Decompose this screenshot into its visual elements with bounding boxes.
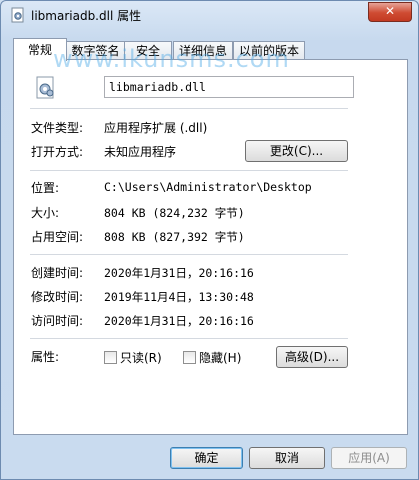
file-type-value: 应用程序扩展 (.dll) bbox=[104, 121, 208, 135]
divider bbox=[30, 254, 348, 255]
disk-size-label: 占用空间: bbox=[31, 230, 84, 244]
file-name-input[interactable]: libmariadb.dll bbox=[104, 76, 354, 98]
change-button[interactable]: 更改(C)... bbox=[245, 140, 348, 162]
accessed-value: 2020年1月31日，20:16:16 bbox=[104, 314, 254, 328]
accessed-label: 访问时间: bbox=[31, 314, 84, 328]
readonly-label[interactable]: 只读(R) bbox=[120, 349, 162, 366]
size-value: 804 KB (824,232 字节) bbox=[104, 206, 245, 220]
modified-value: 2019年11月4日，13:30:48 bbox=[104, 290, 254, 304]
hidden-checkbox[interactable] bbox=[183, 351, 196, 364]
general-panel: libmariadb.dll 文件类型: 应用程序扩展 (.dll) 打开方式:… bbox=[13, 59, 408, 435]
cancel-button[interactable]: 取消 bbox=[249, 447, 325, 469]
apply-button[interactable]: 应用(A) bbox=[331, 447, 407, 469]
divider bbox=[30, 170, 348, 171]
title-bar[interactable]: libmariadb.dll 属性 ✕ bbox=[1, 1, 418, 29]
readonly-checkbox[interactable] bbox=[104, 351, 117, 364]
divider bbox=[30, 108, 348, 109]
file-type-label: 文件类型: bbox=[31, 121, 84, 135]
hidden-label[interactable]: 隐藏(H) bbox=[199, 349, 241, 366]
dll-file-icon bbox=[36, 76, 54, 99]
ok-button[interactable]: 确定 bbox=[170, 447, 243, 469]
location-label: 位置: bbox=[31, 181, 60, 195]
location-value: C:\Users\Administrator\Desktop bbox=[104, 180, 312, 194]
window-title: libmariadb.dll 属性 bbox=[31, 9, 142, 23]
watermark: www.ikunsms.com bbox=[53, 45, 290, 73]
advanced-button[interactable]: 高级(D)... bbox=[276, 346, 348, 368]
attributes-label: 属性: bbox=[31, 350, 60, 364]
gear-file-icon bbox=[11, 7, 24, 23]
size-label: 大小: bbox=[31, 206, 60, 220]
divider bbox=[30, 338, 348, 339]
close-button[interactable]: ✕ bbox=[368, 2, 412, 22]
properties-window: libmariadb.dll 属性 ✕ 常规 数字签名 安全 详细信息 以前的版… bbox=[0, 0, 419, 480]
disk-size-value: 808 KB (827,392 字节) bbox=[104, 230, 245, 244]
modified-label: 修改时间: bbox=[31, 290, 84, 304]
open-with-label: 打开方式: bbox=[31, 145, 84, 159]
created-label: 创建时间: bbox=[31, 266, 84, 280]
created-value: 2020年1月31日，20:16:16 bbox=[104, 266, 254, 280]
open-with-value: 未知应用程序 bbox=[104, 145, 177, 159]
